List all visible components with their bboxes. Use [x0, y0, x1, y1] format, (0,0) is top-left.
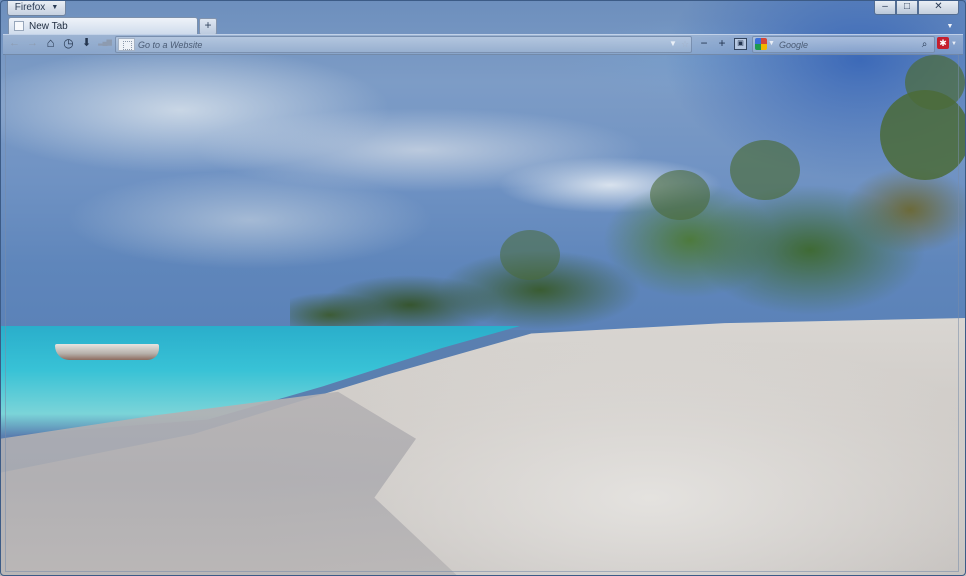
downloads-button[interactable]: ⬇ — [79, 36, 94, 50]
zoom-in-button[interactable]: + — [715, 37, 729, 51]
chevron-down-icon[interactable]: ▼ — [768, 39, 775, 49]
google-engine-icon[interactable] — [755, 38, 767, 50]
chevron-down-icon: ▼ — [51, 4, 59, 11]
history-button[interactable]: ◷ — [61, 36, 76, 50]
search-input[interactable] — [779, 37, 914, 52]
zoom-out-button[interactable]: − — [697, 37, 711, 51]
forward-button[interactable]: → — [25, 36, 40, 50]
chevron-down-icon[interactable]: ▼ — [951, 39, 959, 49]
bookmark-star-icon[interactable]: ☆ — [680, 37, 690, 51]
caption-buttons: – □ ✕ — [874, 1, 959, 15]
firefox-menu-button[interactable]: Firefox ▼ — [7, 1, 66, 16]
url-bar[interactable]: ▼ ☆ — [115, 36, 692, 53]
signal-icon: ▂▄▆ — [98, 39, 112, 46]
blank-page-icon — [14, 21, 24, 31]
url-input[interactable] — [138, 37, 658, 52]
close-button[interactable]: ✕ — [918, 1, 959, 15]
home-button[interactable]: ⌂ — [43, 36, 58, 50]
new-tab-button[interactable]: + — [199, 18, 217, 35]
site-identity-icon[interactable] — [118, 38, 135, 51]
zoom-reset-button[interactable]: ▣ — [734, 38, 747, 50]
tab-label: New Tab — [29, 20, 68, 32]
url-history-dropdown-icon[interactable]: ▼ — [668, 38, 678, 50]
search-bar[interactable]: ▼ ⌕ — [752, 36, 935, 53]
minimize-button[interactable]: – — [874, 1, 896, 15]
content-area[interactable] — [5, 54, 959, 572]
tab-new-tab[interactable]: New Tab — [8, 17, 198, 34]
back-button[interactable]: ← — [7, 36, 22, 50]
firefox-menu-label: Firefox — [14, 2, 46, 13]
addon-button[interactable]: ✱ — [937, 37, 949, 49]
list-all-tabs-button[interactable]: ▼ — [944, 22, 956, 32]
search-go-icon[interactable]: ⌕ — [918, 38, 931, 51]
maximize-button[interactable]: □ — [896, 1, 918, 15]
